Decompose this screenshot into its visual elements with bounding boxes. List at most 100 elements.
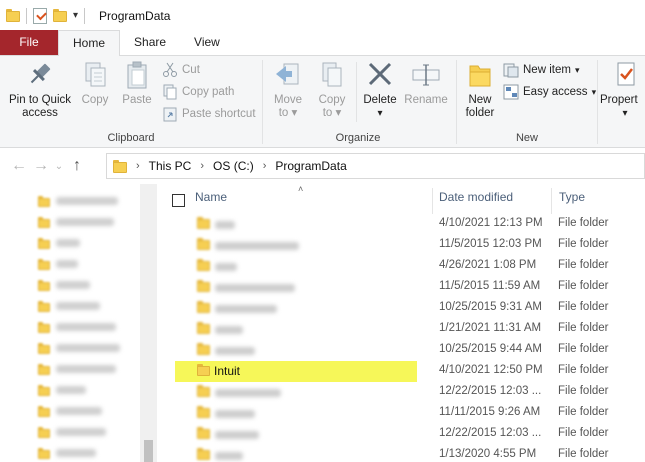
tab-home[interactable]: Home [58, 30, 121, 56]
nav-item[interactable] [38, 444, 96, 462]
file-row[interactable]: Intuit 4/10/2021 12:50 PM File folder [160, 361, 645, 382]
back-arrow-icon[interactable]: ← [8, 157, 30, 175]
nav-item[interactable] [38, 318, 116, 336]
nav-item[interactable] [38, 192, 118, 210]
pin-to-quick-access-button[interactable]: Pin to Quick access [4, 60, 76, 120]
tab-file[interactable]: File [0, 30, 58, 55]
file-row[interactable]: 12/22/2015 12:03 ... File folder [160, 382, 645, 403]
folder-icon [197, 427, 210, 439]
folder-icon [38, 342, 50, 354]
breadcrumb-this-pc[interactable]: This PC [149, 159, 192, 173]
separator [84, 7, 86, 24]
folder-icon [113, 159, 127, 173]
new-folder-quick-icon[interactable] [53, 9, 67, 22]
cut-button[interactable]: Cut [162, 60, 200, 80]
tab-view[interactable]: View [180, 30, 234, 55]
recent-locations-chevron-icon[interactable]: ⌄ [52, 161, 66, 172]
file-row[interactable]: 11/5/2015 11:59 AM File folder [160, 277, 645, 298]
nav-item[interactable] [38, 360, 116, 378]
copy-icon [79, 60, 111, 90]
copy-to-button[interactable]: Copy to ▾ [311, 60, 353, 120]
copy-button[interactable]: Copy [76, 60, 114, 107]
rename-button[interactable]: Rename [403, 60, 449, 107]
column-header-date-modified[interactable]: Date modified [439, 190, 513, 212]
pin-icon [24, 60, 56, 90]
move-to-icon [272, 60, 304, 90]
breadcrumb-os-c[interactable]: OS (C:) [213, 159, 254, 173]
file-type: File folder [558, 364, 609, 376]
easy-access-button[interactable]: Easy access ▾ [503, 82, 596, 102]
properties-dropdown-arrow: ▾ [622, 108, 628, 119]
highlight-marker [175, 361, 417, 382]
file-row[interactable]: 1/21/2021 11:31 AM File folder [160, 319, 645, 340]
file-date-modified: 1/13/2020 4:55 PM [439, 448, 537, 460]
nav-item[interactable] [38, 297, 100, 315]
clipboard-group-label: Clipboard [107, 132, 155, 144]
delete-x-icon [364, 60, 396, 90]
file-row[interactable]: 11/5/2015 12:03 PM File folder [160, 235, 645, 256]
column-header-name[interactable]: Name [195, 190, 227, 212]
nav-item[interactable] [38, 402, 102, 420]
folder-icon [38, 195, 50, 207]
file-row[interactable]: 10/25/2015 9:44 AM File folder [160, 340, 645, 361]
nav-item[interactable] [38, 339, 120, 357]
nav-pane-scrollbar[interactable] [140, 184, 157, 462]
file-row[interactable]: 4/26/2021 1:08 PM File folder [160, 256, 645, 277]
move-to-label-line1: Move [273, 94, 303, 106]
file-date-modified: 12/22/2015 12:03 ... [439, 385, 542, 397]
file-row[interactable]: 1/13/2020 4:55 PM File folder [160, 445, 645, 462]
file-row[interactable]: 12/22/2015 12:03 ... File folder [160, 424, 645, 445]
nav-item[interactable] [38, 276, 90, 294]
nav-item[interactable] [38, 423, 106, 441]
scrollbar-thumb[interactable] [144, 440, 153, 462]
file-row[interactable]: 11/11/2015 9:26 AM File folder [160, 403, 645, 424]
delete-button[interactable]: Delete ▾ [359, 60, 401, 120]
copy-path-button[interactable]: Copy path [162, 82, 234, 102]
file-type: File folder [558, 217, 609, 229]
file-row[interactable]: 4/10/2021 12:13 PM File folder [160, 214, 645, 235]
new-folder-button[interactable]: New folder [459, 60, 501, 120]
new-item-button[interactable]: New item ▾ [503, 60, 579, 80]
forward-arrow-icon[interactable]: → [30, 157, 52, 175]
nav-item[interactable] [38, 234, 80, 252]
nav-item[interactable] [38, 255, 78, 273]
breadcrumb-programdata[interactable]: ProgramData [275, 159, 346, 173]
properties-quick-icon[interactable] [33, 7, 47, 24]
breadcrumb-separator[interactable]: › [200, 160, 204, 172]
file-type: File folder [558, 280, 609, 292]
navigation-pane [0, 184, 158, 462]
nav-item[interactable] [38, 213, 114, 231]
organize-group-label: Organize [335, 132, 381, 144]
folder-icon [38, 279, 50, 291]
properties-button[interactable]: Propert ▾ [600, 60, 645, 120]
customize-quick-access-dropdown[interactable]: ▾ [73, 10, 78, 21]
folder-icon [38, 447, 50, 459]
up-arrow-icon[interactable]: ↑ [66, 157, 88, 175]
file-row[interactable]: 10/25/2015 9:31 AM File folder [160, 298, 645, 319]
rename-label: Rename [404, 94, 448, 106]
file-date-modified: 10/25/2015 9:31 AM [439, 301, 542, 313]
column-header-type[interactable]: Type [559, 190, 585, 212]
file-type: File folder [558, 427, 609, 439]
move-to-button[interactable]: Move to ▾ [267, 60, 309, 120]
file-date-modified: 10/25/2015 9:44 AM [439, 343, 542, 355]
folder-icon [38, 321, 50, 333]
address-bar[interactable]: › This PC › OS (C:) › ProgramData [106, 153, 645, 179]
folder-icon [38, 363, 50, 375]
column-divider[interactable] [432, 188, 433, 214]
breadcrumb-separator[interactable]: › [263, 160, 267, 172]
nav-item[interactable] [38, 381, 86, 399]
easy-access-dropdown-arrow: ▾ [591, 86, 597, 97]
delete-label: Delete [363, 94, 397, 106]
paste-shortcut-icon [162, 106, 178, 122]
tab-share[interactable]: Share [120, 30, 180, 55]
folder-icon [38, 216, 50, 228]
column-divider[interactable] [551, 188, 552, 214]
folder-icon [197, 406, 210, 418]
paste-shortcut-button[interactable]: Paste shortcut [162, 104, 256, 124]
paste-button[interactable]: Paste [118, 60, 156, 107]
select-all-checkbox[interactable] [172, 194, 185, 207]
separator [356, 62, 357, 122]
properties-icon [609, 60, 641, 90]
cut-label: Cut [182, 64, 200, 76]
